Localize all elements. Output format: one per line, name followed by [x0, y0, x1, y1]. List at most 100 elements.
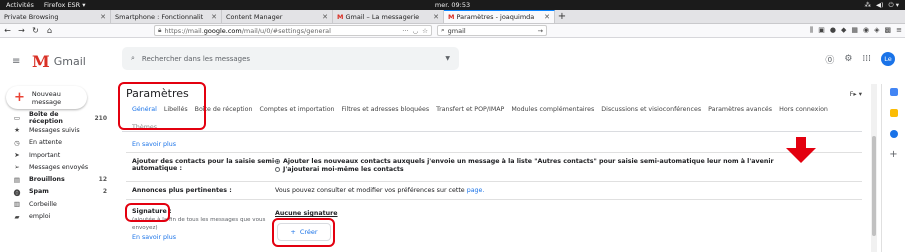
- tasks-icon[interactable]: [889, 130, 898, 138]
- draft-icon: ▤: [13, 175, 21, 184]
- calendar-icon[interactable]: [889, 88, 898, 96]
- mail-search-input[interactable]: ⌕ Rechercher dans les messages ▼: [122, 47, 459, 70]
- sidebar-item-starred[interactable]: ★ Messages suivis: [0, 124, 114, 136]
- inbox-icon: ▭: [13, 114, 21, 123]
- volume-icon[interactable]: ◀): [876, 1, 884, 10]
- plus-icon: +: [14, 90, 25, 105]
- spam-icon: ⓿: [13, 188, 21, 197]
- search-value: gmail: [447, 26, 466, 35]
- search-options-icon[interactable]: ▼: [445, 55, 450, 62]
- mail-folder-nav: ▭ Boîte de réception 210 ★ Messages suivis …: [0, 111, 114, 223]
- network-icon[interactable]: ⁂: [864, 1, 871, 10]
- annotation-box-signature: [125, 203, 170, 222]
- ads-label: Annonces plus pertinentes :: [132, 187, 232, 194]
- tab-forwarding[interactable]: Transfert et POP/IMAP: [436, 106, 504, 113]
- forward-icon[interactable]: →: [17, 26, 26, 35]
- extension-icon[interactable]: ◈: [874, 26, 879, 35]
- trash-icon: ▥: [13, 200, 21, 209]
- bookmark-star-icon[interactable]: ☆: [422, 27, 428, 35]
- close-tab-icon[interactable]: ✕: [433, 13, 439, 21]
- annotation-down-arrow-icon: [786, 137, 816, 163]
- browser-tab[interactable]: Content Manager ✕: [222, 10, 333, 23]
- url-bar[interactable]: 🔒︎ https://mail.google.com/mail/u/0/#set…: [154, 25, 432, 36]
- page-actions-icon[interactable]: ···: [402, 27, 408, 35]
- tab-addons[interactable]: Modules complémentaires: [511, 106, 594, 113]
- close-tab-icon[interactable]: ✕: [100, 13, 106, 21]
- browser-nav-bar: ← → ↻ ⌂ 🔒︎ https://mail.google.com/mail/…: [0, 24, 905, 38]
- sidebar-item-trash[interactable]: ▥ Corbeille: [0, 198, 114, 210]
- system-tray[interactable]: ⁂ ◀) ⏻ ▾: [864, 1, 899, 10]
- browser-tab[interactable]: Smartphone : Fonctionnalit ✕: [111, 10, 222, 23]
- search-icon[interactable]: ⌕: [131, 54, 135, 63]
- sidebar-item-drafts[interactable]: ▤ Brouillons 12: [0, 173, 114, 185]
- sidebar-icon[interactable]: ▣: [818, 26, 825, 35]
- gmail-favicon-icon: M: [448, 13, 455, 21]
- learn-more-link[interactable]: En savoir plus: [132, 141, 176, 148]
- settings-scrollbar[interactable]: [871, 84, 877, 252]
- contacts-option-manual[interactable]: J'ajouterai moi-même les contacts: [275, 166, 774, 173]
- main-menu-icon[interactable]: ≡: [12, 56, 22, 67]
- close-tab-icon[interactable]: ✕: [322, 13, 328, 21]
- scrollbar-thumb[interactable]: [872, 136, 876, 236]
- close-tab-icon[interactable]: ✕: [544, 13, 550, 21]
- power-icon[interactable]: ⏻ ▾: [889, 1, 899, 10]
- keep-icon[interactable]: [889, 109, 898, 117]
- sidebar-item-snoozed[interactable]: ◷ En attente: [0, 137, 114, 149]
- pocket-icon[interactable]: ◡: [413, 27, 419, 35]
- account-avatar[interactable]: Le: [881, 52, 895, 66]
- gmail-favicon-icon: M: [337, 12, 344, 21]
- sidebar-item-inbox[interactable]: ▭ Boîte de réception 210: [0, 111, 114, 125]
- contacts-label: Ajouter des contacts pour la saisie semi…: [132, 158, 277, 172]
- sidebar-item-important[interactable]: ➤ Important: [0, 149, 114, 161]
- label-icon: ▰: [14, 212, 20, 221]
- add-addon-icon[interactable]: +: [889, 150, 897, 160]
- settings-gear-icon[interactable]: ⚙: [844, 54, 852, 64]
- extension-icon[interactable]: ▩: [885, 26, 892, 35]
- reload-icon[interactable]: ↻: [31, 26, 40, 35]
- ads-page-link[interactable]: page.: [467, 187, 485, 194]
- extension-icon[interactable]: ◆: [841, 26, 846, 35]
- row-divider: [126, 181, 862, 182]
- contacts-options: Ajouter les nouveaux contacts auxquels j…: [275, 158, 774, 173]
- browser-tab[interactable]: Private Browsing ✕: [0, 10, 111, 23]
- learn-more-link[interactable]: En savoir plus: [132, 234, 176, 241]
- go-arrow-icon[interactable]: →: [538, 27, 543, 35]
- input-tools-icon[interactable]: F▸ ▾: [850, 90, 862, 98]
- desktop-top-bar: Activités Firefox ESR ▾ mer. 09:53 ⁂ ◀) …: [0, 0, 905, 10]
- radio-selected-icon[interactable]: [275, 158, 280, 164]
- extension-icon[interactable]: ▦: [851, 26, 858, 35]
- browser-tab-active[interactable]: M Paramètres - joaquimda ✕: [444, 10, 555, 23]
- library-icon[interactable]: ⫼: [810, 26, 813, 35]
- search-icon: ⌕: [441, 26, 445, 34]
- clock[interactable]: mer. 09:53: [0, 1, 905, 9]
- star-icon: ★: [14, 126, 20, 135]
- compose-button[interactable]: + Nouveau message: [6, 86, 87, 109]
- extension-icon[interactable]: ◉: [863, 26, 869, 35]
- gmail-logo[interactable]: M Gmail: [32, 52, 86, 71]
- sidebar-item-spam[interactable]: ⓿ Spam 2: [0, 186, 114, 198]
- extension-icon[interactable]: ●: [830, 26, 836, 35]
- help-icon[interactable]: ⓪: [825, 53, 834, 66]
- tab-advanced[interactable]: Paramètres avancés: [708, 106, 772, 113]
- clock-icon: ◷: [14, 138, 20, 147]
- radio-unselected-icon[interactable]: [275, 166, 280, 172]
- sidebar-item-label-emploi[interactable]: ▰ emploi: [0, 210, 114, 222]
- tab-offline[interactable]: Hors connexion: [779, 106, 828, 113]
- activities-button[interactable]: Activités: [6, 1, 34, 9]
- browser-search-bar[interactable]: ⌕ gmail →: [437, 25, 547, 36]
- menu-icon[interactable]: ≡: [896, 26, 902, 35]
- app-menu[interactable]: Firefox ESR ▾: [44, 1, 86, 9]
- row-divider: [126, 152, 862, 153]
- browser-tab[interactable]: M Gmail – La messagerie ✕: [333, 10, 444, 23]
- tab-chat[interactable]: Discussions et visioconférences: [601, 106, 701, 113]
- close-tab-icon[interactable]: ✕: [211, 13, 217, 21]
- home-icon[interactable]: ⌂: [45, 26, 54, 35]
- apps-grid-icon[interactable]: ⁞⁞⁞: [862, 54, 871, 64]
- contacts-option-auto[interactable]: Ajouter les nouveaux contacts auxquels j…: [275, 158, 774, 165]
- sidebar-item-sent[interactable]: ➢ Messages envoyés: [0, 161, 114, 173]
- tab-accounts[interactable]: Comptes et importation: [259, 106, 334, 113]
- tab-filters[interactable]: Filtres et adresses bloquées: [342, 106, 430, 113]
- settings-tabs: Général Libellés Boîte de réception Comp…: [132, 106, 872, 113]
- back-icon[interactable]: ←: [3, 26, 12, 35]
- new-tab-button[interactable]: +: [555, 10, 569, 23]
